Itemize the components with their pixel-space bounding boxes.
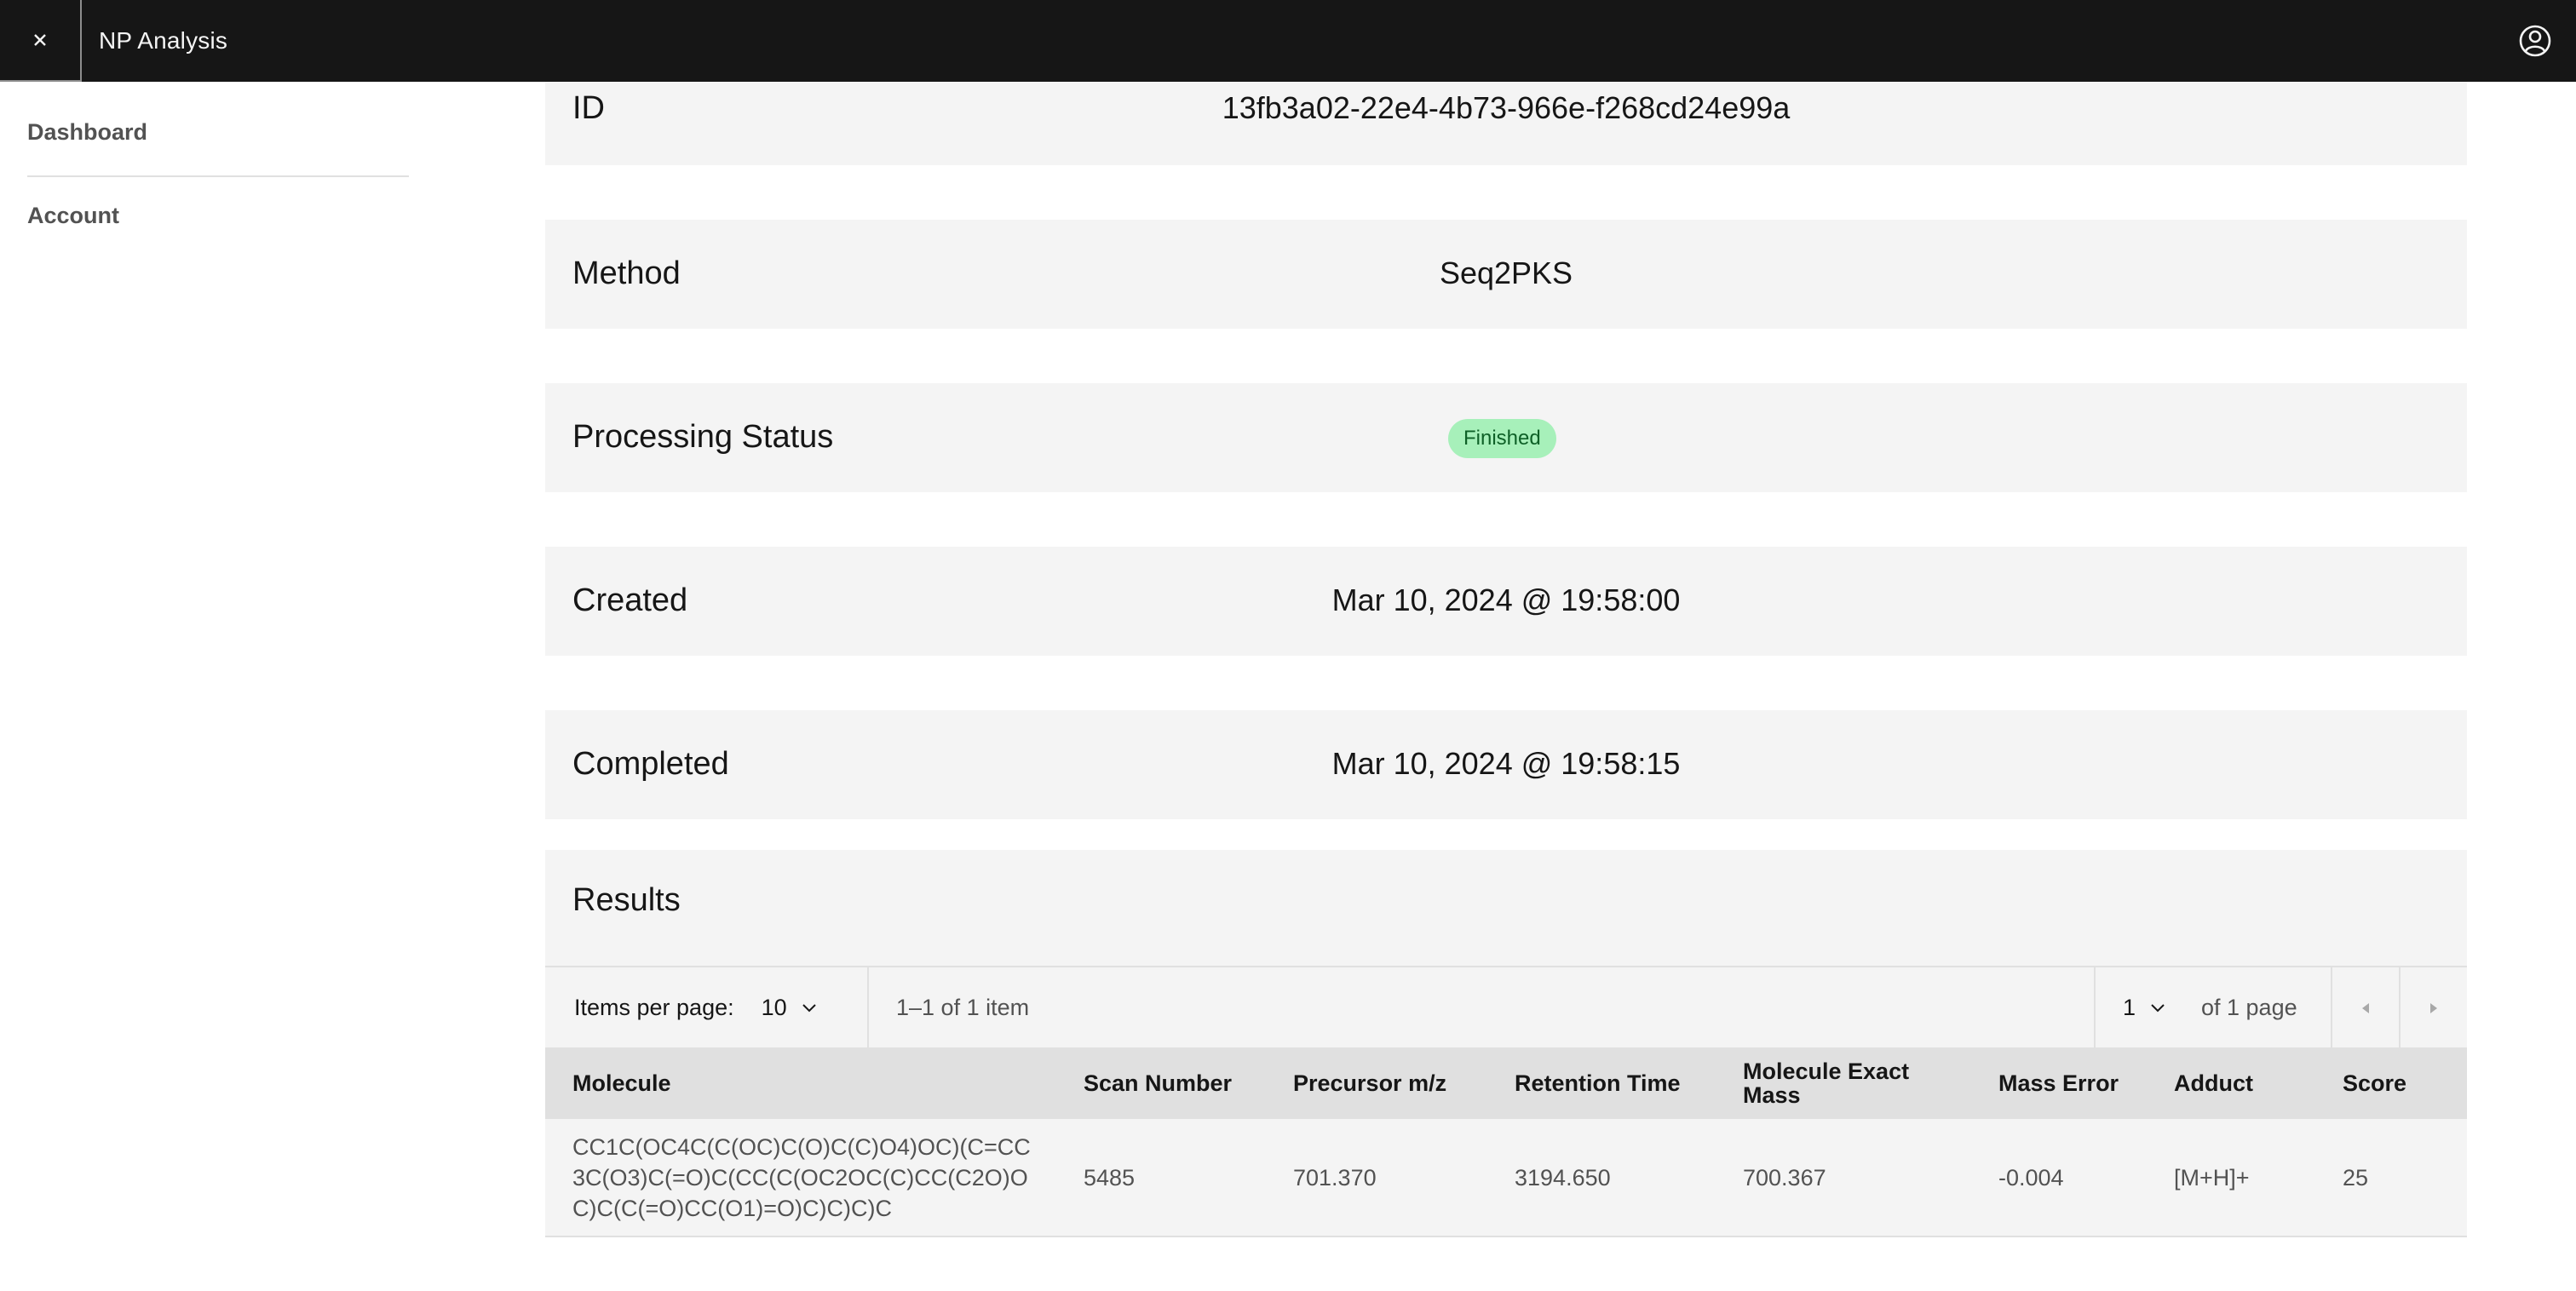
sidebar-item-account[interactable]: Account — [27, 203, 409, 229]
column-header-score: Score — [2343, 1070, 2407, 1096]
cell-mass-error: -0.004 — [1998, 1164, 2064, 1191]
id-card: ID 13fb3a02-22e4-4b73-966e-f268cd24e99a — [545, 82, 2467, 165]
created-label: Created — [572, 582, 688, 618]
column-header-scan-number: Scan Number — [1084, 1070, 1233, 1096]
cell-precursor-mz: 701.370 — [1293, 1164, 1377, 1191]
column-header-exact-mass: Molecule Exact Mass — [1743, 1059, 1910, 1108]
next-page-button[interactable] — [2401, 967, 2467, 1049]
column-header-adduct: Adduct — [2174, 1070, 2253, 1096]
status-label: Processing Status — [572, 419, 834, 455]
side-nav: Dashboard Account — [0, 82, 409, 1291]
cell-scan-number: 5485 — [1084, 1164, 1136, 1191]
sidebar-divider — [27, 175, 409, 177]
chevron-down-icon — [2151, 1004, 2165, 1013]
created-card: Created Mar 10, 2024 @ 19:58:00 — [545, 547, 2467, 656]
items-per-page-select[interactable]: 10 — [762, 995, 818, 1021]
sidebar-item-dashboard[interactable]: Dashboard — [27, 119, 409, 146]
app-name[interactable]: NP Analysis — [99, 27, 227, 55]
table-row[interactable]: CC1C(OC4C(C(OC)C(O)C(C)O4)OC)(C=CC3C(O3)… — [545, 1119, 2467, 1236]
column-header-molecule: Molecule — [572, 1070, 671, 1096]
close-icon — [34, 34, 46, 46]
close-menu-button[interactable] — [0, 0, 82, 82]
items-per-page-value: 10 — [761, 994, 787, 1020]
results-section: Results Items per page: 10 1–1 of 1 item… — [545, 850, 2467, 1236]
cell-exact-mass: 700.367 — [1743, 1164, 1826, 1191]
previous-page-button[interactable] — [2332, 967, 2399, 1049]
completed-label: Completed — [572, 746, 729, 782]
column-header-mass-error: Mass Error — [1998, 1070, 2119, 1096]
method-card: Method Seq2PKS — [545, 220, 2467, 329]
column-header-precursor-mz: Precursor m/z — [1293, 1070, 1447, 1096]
cell-adduct: [M+H]+ — [2174, 1164, 2250, 1191]
cell-molecule: CC1C(OC4C(C(OC)C(O)C(C)O4)OC)(C=CC3C(O3)… — [572, 1133, 1031, 1221]
id-value: 13fb3a02-22e4-4b73-966e-f268cd24e99a — [1222, 90, 1791, 125]
items-per-page-label: Items per page: — [574, 994, 734, 1020]
status-card: Processing Status Finished — [545, 383, 2467, 492]
items-range-text: 1–1 of 1 item — [896, 994, 1030, 1020]
completed-card: Completed Mar 10, 2024 @ 19:58:15 — [545, 710, 2467, 819]
caret-right-icon — [2430, 1003, 2437, 1013]
completed-value: Mar 10, 2024 @ 19:58:15 — [1331, 746, 1681, 781]
cell-retention-time: 3194.650 — [1515, 1164, 1611, 1191]
page-number-select[interactable]: 1 — [2123, 995, 2166, 1021]
results-title: Results — [572, 882, 681, 918]
total-pages-text: of 1 page — [2201, 994, 2297, 1020]
pagination-bar: Items per page: 10 1–1 of 1 item 1 of 1 … — [545, 966, 2467, 1049]
user-avatar-icon — [2519, 25, 2551, 57]
created-value: Mar 10, 2024 @ 19:58:00 — [1331, 582, 1681, 617]
column-header-retention-time: Retention Time — [1515, 1070, 1681, 1096]
status-badge: Finished — [1448, 419, 1556, 458]
table-header-row: Molecule Scan Number Precursor m/z Reten… — [545, 1047, 2467, 1119]
app-header: NP Analysis — [0, 0, 2576, 82]
results-table: Molecule Scan Number Precursor m/z Reten… — [545, 1047, 2467, 1237]
method-label: Method — [572, 255, 681, 291]
pager-divider — [867, 967, 869, 1049]
pager-divider — [2094, 967, 2096, 1049]
chevron-down-icon — [802, 1004, 816, 1013]
cell-score: 25 — [2343, 1164, 2369, 1191]
id-label: ID — [572, 90, 605, 126]
page-number-value: 1 — [2123, 994, 2136, 1020]
caret-left-icon — [2362, 1003, 2369, 1013]
method-value: Seq2PKS — [1439, 255, 1573, 290]
user-profile-button[interactable] — [2511, 17, 2559, 65]
